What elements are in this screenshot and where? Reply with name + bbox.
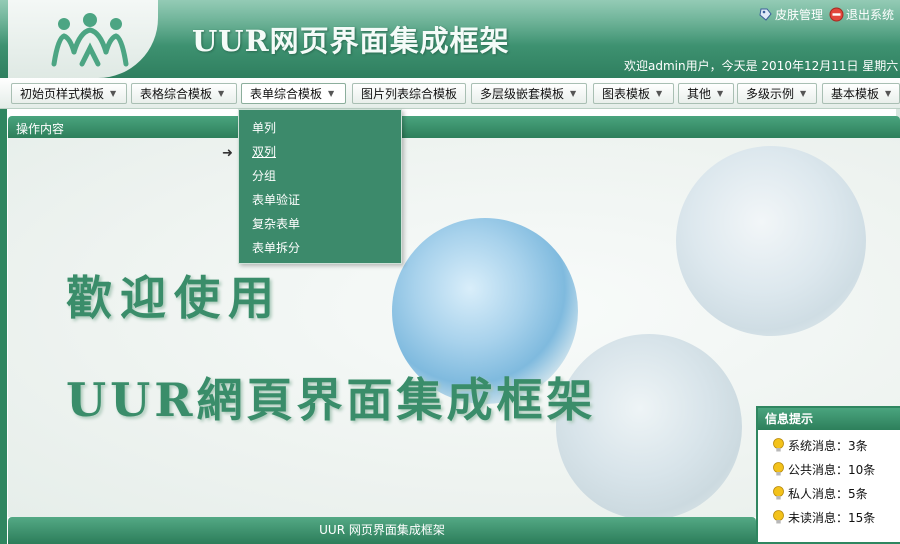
menu-image-list-template[interactable]: 图片列表综合模板 [352, 83, 466, 104]
info-system-messages[interactable]: 系统消息：3条 [758, 433, 900, 457]
info-label: 系统消息：3条 [788, 438, 868, 453]
menu-label: 多层级嵌套模板 [480, 87, 565, 101]
lightbulb-icon [773, 461, 784, 475]
menu-multilevel-example[interactable]: 多级示例 ▼ [737, 83, 817, 104]
menu-initial-page-template[interactable]: 初始页样式模板 ▼ [11, 83, 127, 104]
dropdown-item-form-split[interactable]: 表单拆分 [239, 238, 401, 262]
info-label: 公共消息：10条 [788, 462, 876, 477]
dropdown-item-double-column[interactable]: 双列 [239, 142, 401, 166]
framework-heading: UUR網頁界面集成框架 [66, 373, 597, 427]
menu-table-template[interactable]: 表格综合模板 ▼ [131, 83, 237, 104]
chevron-down-icon: ▼ [328, 89, 335, 98]
chevron-down-icon: ▼ [110, 89, 117, 98]
dropdown-item-complex-form[interactable]: 复杂表单 [239, 214, 401, 238]
skin-icon [759, 8, 772, 21]
skin-manage-link[interactable]: 皮肤管理 [758, 6, 823, 23]
chevron-down-icon: ▼ [218, 89, 225, 98]
menu-nested-template[interactable]: 多层级嵌套模板 ▼ [471, 83, 587, 104]
info-unread-messages[interactable]: 未读消息：15条 [758, 505, 900, 529]
app-header: UUR网页界面集成框架 皮肤管理 退出系统 欢迎admin用户，今天是 2010… [0, 0, 900, 78]
dropdown-item-single-column[interactable]: 单列 [239, 118, 401, 142]
main-menu-bar: 初始页样式模板 ▼ 表格综合模板 ▼ 表单综合模板 ▼ 图片列表综合模板 多层级嵌套模… [0, 78, 900, 109]
lightbulb-icon [773, 509, 784, 523]
logout-label: 退出系统 [845, 8, 894, 22]
panel-header: 操作内容 [8, 116, 900, 138]
globe-image [676, 146, 866, 336]
menu-label: 多级示例 [746, 87, 795, 101]
logo-panel [8, 0, 158, 78]
skin-manage-label: 皮肤管理 [774, 8, 823, 22]
mouse-pointer-icon: ➜ [222, 146, 233, 161]
menu-chart-template[interactable]: 图表模板 ▼ [593, 83, 674, 104]
dropdown-item-group[interactable]: 分组 [239, 166, 401, 190]
chevron-down-icon: ▼ [570, 89, 577, 98]
chevron-down-icon: ▼ [885, 89, 892, 98]
dropdown-item-form-validation[interactable]: 表单验证 [239, 190, 401, 214]
menu-label: 图片列表综合模板 [361, 87, 458, 101]
welcome-heading: 歡迎使用 [66, 271, 282, 325]
footer-bar: UUR 网页界面集成框架 [8, 517, 756, 544]
menu-label: 初始页样式模板 [20, 87, 105, 101]
left-border [0, 109, 7, 544]
form-template-dropdown: 单列 双列 分组 表单验证 复杂表单 表单拆分 [238, 109, 402, 264]
lightbulb-icon [773, 485, 784, 499]
menu-label: 表单综合模板 [250, 87, 323, 101]
footer-text: UUR 网页界面集成框架 [319, 523, 445, 537]
info-panel-title: 信息提示 [758, 408, 900, 430]
panel-title: 操作内容 [16, 122, 65, 136]
people-logo-icon [51, 13, 129, 67]
info-panel: 信息提示 系统消息：3条 公共消息：10条 私人消息：5条 未读消息：15条 [756, 406, 900, 544]
info-label: 私人消息：5条 [788, 486, 868, 501]
app-title: UUR网页界面集成框架 [192, 24, 510, 58]
menu-basic-template[interactable]: 基本模板 ▼ [822, 83, 900, 104]
logout-link[interactable]: 退出系统 [829, 6, 894, 23]
menu-other[interactable]: 其他 ▼ [678, 83, 734, 104]
chevron-down-icon: ▼ [656, 89, 663, 98]
lightbulb-icon [773, 437, 784, 451]
menu-label: 其他 [687, 87, 712, 101]
info-public-messages[interactable]: 公共消息：10条 [758, 457, 900, 481]
info-private-messages[interactable]: 私人消息：5条 [758, 481, 900, 505]
menu-label: 表格综合模板 [140, 87, 213, 101]
info-label: 未读消息：15条 [788, 510, 876, 525]
menu-form-template[interactable]: 表单综合模板 ▼ [241, 83, 346, 104]
chevron-down-icon: ▼ [717, 89, 724, 98]
chevron-down-icon: ▼ [800, 89, 807, 98]
top-actions: 皮肤管理 退出系统 [758, 6, 894, 23]
menu-label: 基本模板 [831, 87, 880, 101]
welcome-text: 欢迎admin用户，今天是 2010年12月11日 星期六 [624, 59, 899, 73]
menu-label: 图表模板 [602, 87, 651, 101]
exit-icon [829, 7, 844, 22]
